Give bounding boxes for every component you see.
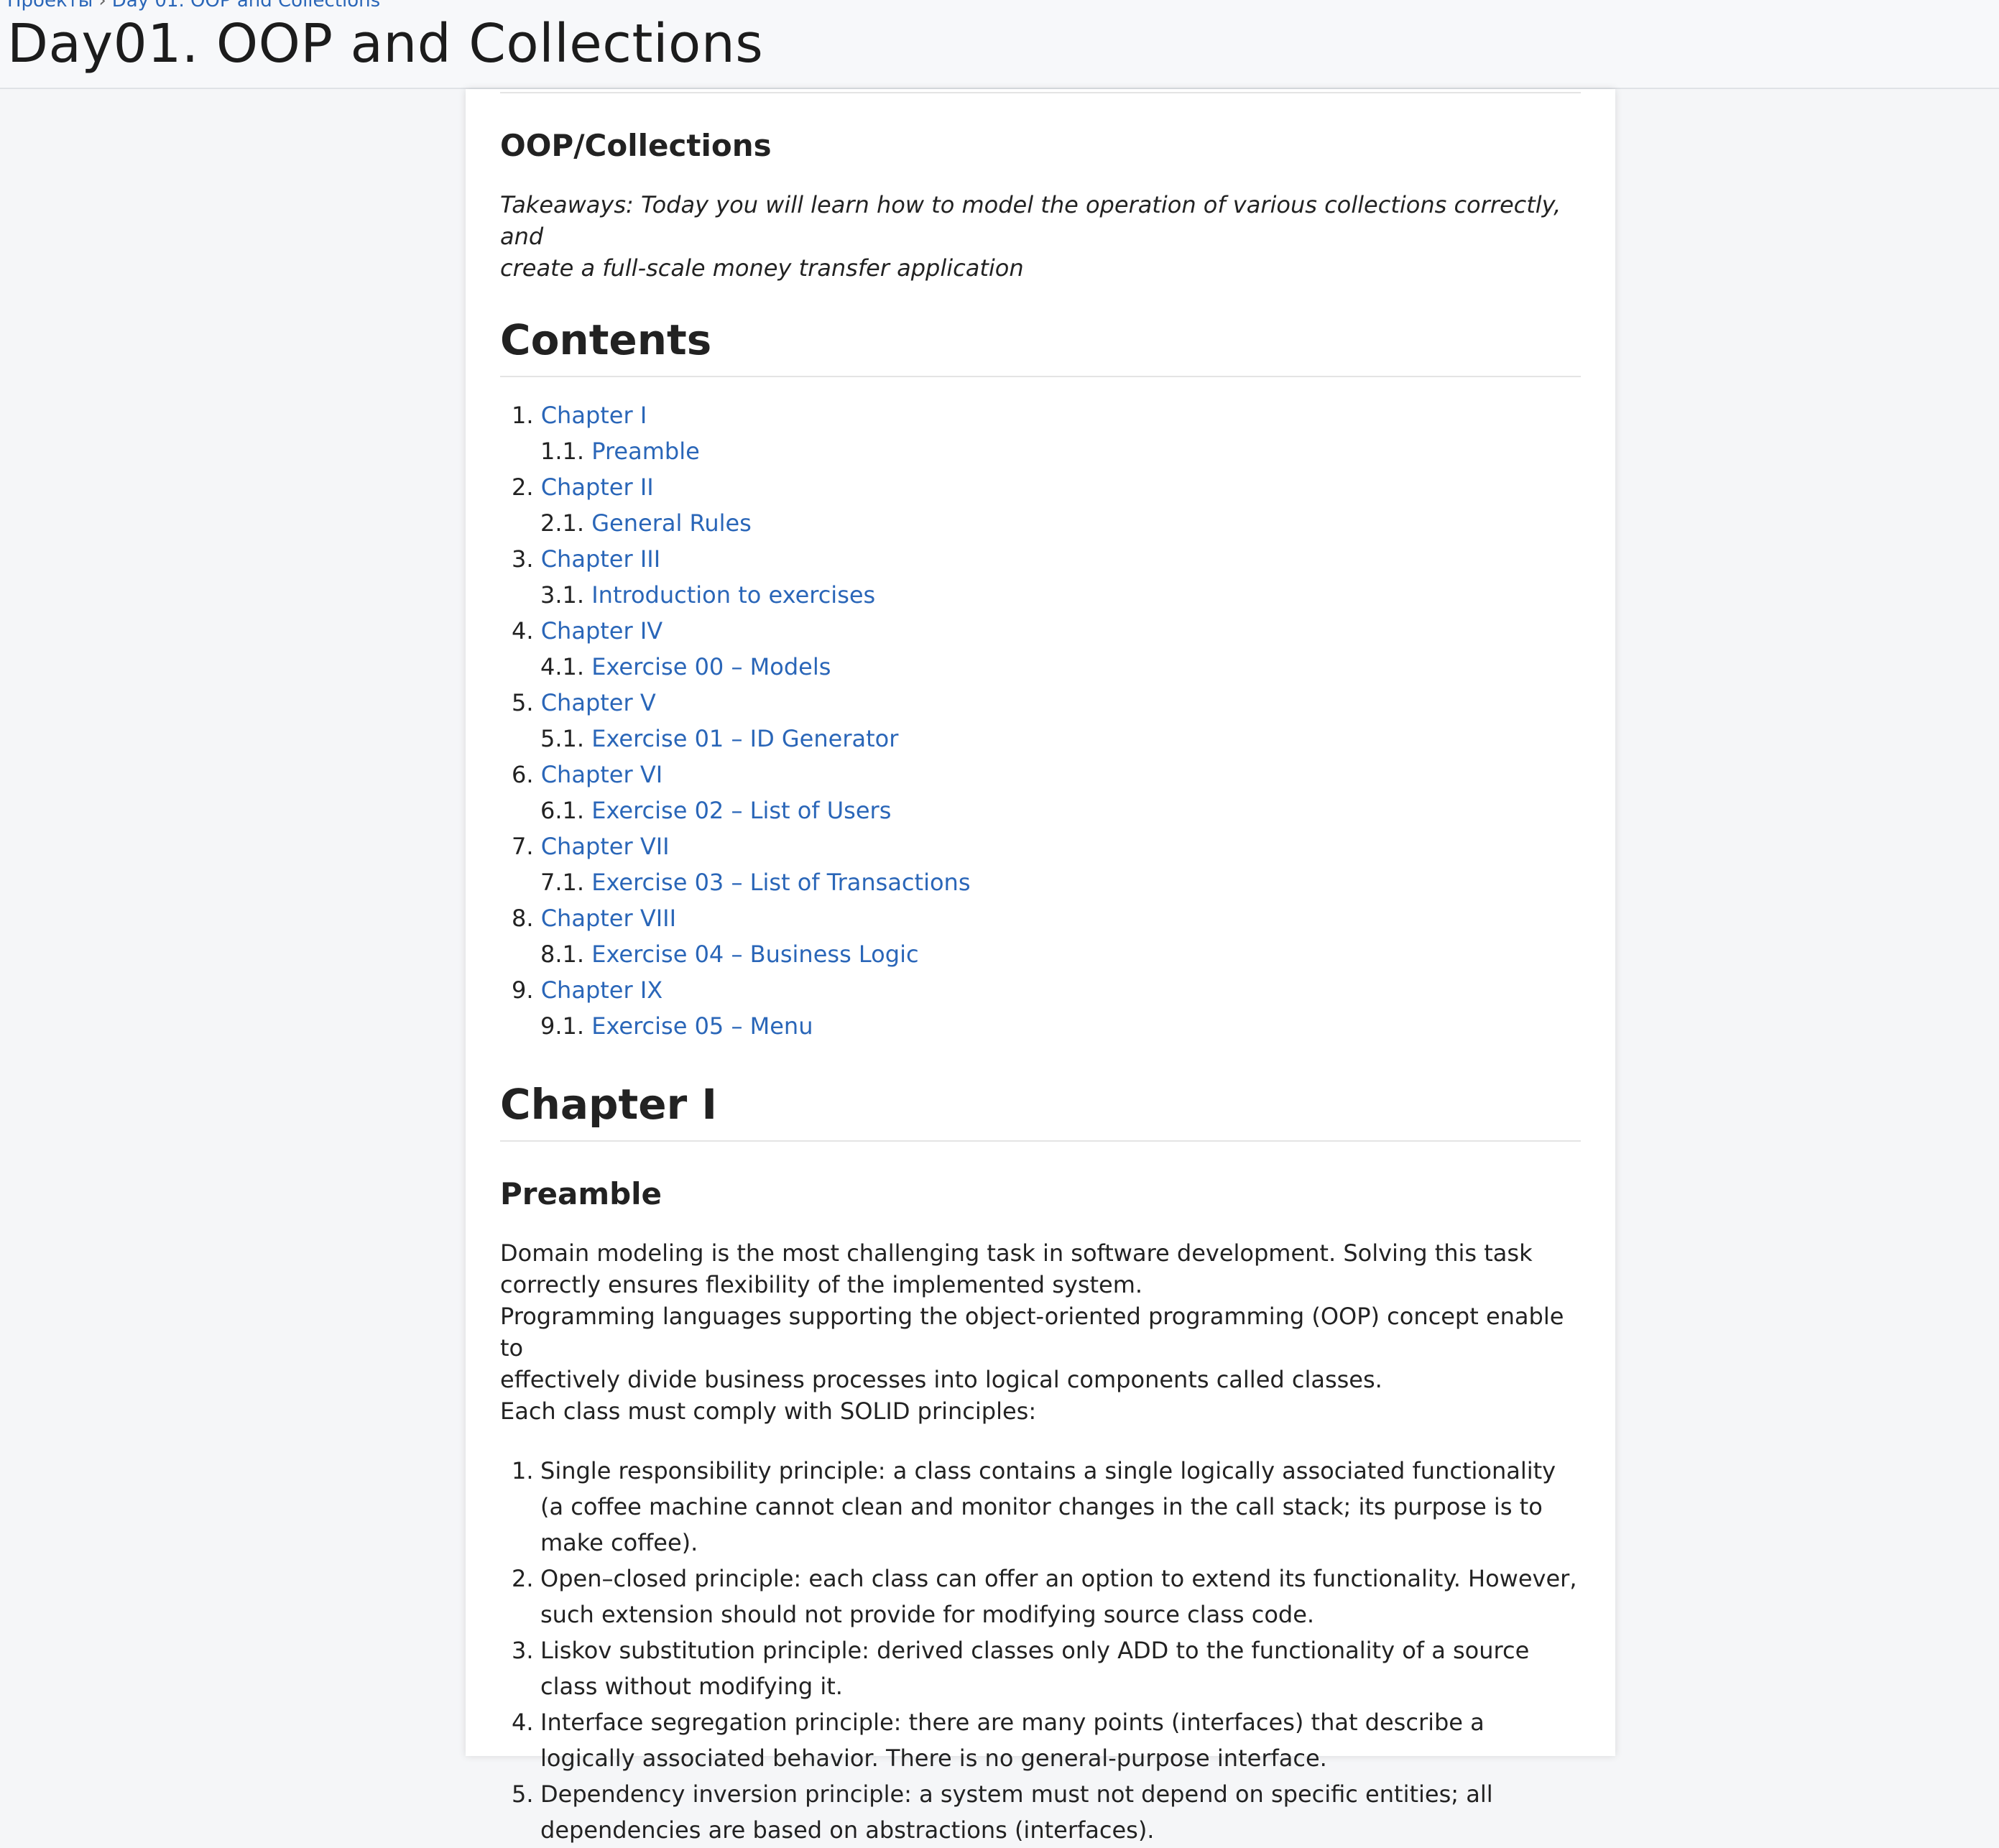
toc-link[interactable]: Chapter IX [541, 976, 663, 1004]
toc-item-number: 3.1. [540, 581, 585, 609]
breadcrumb-item-current[interactable]: Day 01. OOP and Collections [112, 0, 380, 11]
preamble-text: Domain modeling is the most challenging … [500, 1237, 1581, 1427]
list-item: 2. Open–closed principle: each class can … [500, 1561, 1581, 1632]
toc-link[interactable]: Exercise 01 – ID Generator [591, 725, 898, 752]
toc-item: 9. Chapter IX [500, 972, 1581, 1008]
toc-item: 5. Chapter V [500, 685, 1581, 721]
toc-link[interactable]: Chapter III [541, 545, 660, 573]
toc-item: 3.1. Introduction to exercises [500, 577, 1581, 613]
toc-link[interactable]: Exercise 04 – Business Logic [591, 941, 918, 968]
toc-item-number: 1.1. [540, 438, 585, 465]
list-item: 3. Liskov substitution principle: derived… [500, 1632, 1581, 1704]
toc-item-number: 5. [512, 689, 534, 716]
list-item: 4. Interface segregation principle: there… [500, 1704, 1581, 1776]
toc-link[interactable]: Exercise 02 – List of Users [591, 797, 891, 824]
toc-link[interactable]: Chapter VII [541, 833, 670, 860]
paragraph-line: Each class must comply with SOLID princi… [500, 1397, 1037, 1425]
toc-item-number: 8. [512, 905, 534, 932]
toc-item: 6.1. Exercise 02 – List of Users [500, 793, 1581, 828]
toc-item-number: 4.1. [540, 653, 585, 680]
document-page: OOP/Collections Takeaways: Today you wil… [466, 89, 1615, 1844]
toc-item: 6. Chapter VI [500, 757, 1581, 793]
toc-item-number: 7. [512, 833, 534, 860]
toc-item: 2.1. General Rules [500, 505, 1581, 541]
toc-item-number: 6. [512, 761, 534, 788]
toc-item: 8.1. Exercise 04 – Business Logic [500, 936, 1581, 972]
toc-item: 4.1. Exercise 00 – Models [500, 649, 1581, 685]
toc-item-number: 6.1. [540, 797, 585, 824]
list-item-text: Interface segregation principle: there a… [540, 1709, 1485, 1772]
table-of-contents: 1. Chapter I 1.1. Preamble 2. Chapter II 2.… [500, 397, 1581, 1044]
list-item-text: Liskov substitution principle: derived c… [540, 1637, 1530, 1700]
toc-item-number: 4. [512, 617, 534, 645]
list-item-text: Single responsibility principle: a class… [540, 1457, 1556, 1556]
toc-item-number: 2. [512, 473, 534, 501]
toc-item-number: 3. [512, 545, 534, 573]
list-item-number: 1. [512, 1457, 534, 1484]
toc-link[interactable]: Chapter VI [541, 761, 663, 788]
toc-item: 2. Chapter II [500, 469, 1581, 505]
list-item-text: Dependency inversion principle: a system… [540, 1780, 1493, 1844]
toc-item: 5.1. Exercise 01 – ID Generator [500, 721, 1581, 757]
breadcrumb: Проекты › Day 01. OOP and Collections [7, 0, 380, 11]
toc-item: 9.1. Exercise 05 – Menu [500, 1008, 1581, 1044]
toc-link[interactable]: Exercise 03 – List of Transactions [591, 869, 970, 896]
list-item-number: 3. [512, 1637, 534, 1664]
page-title: Day01. OOP and Collections [7, 13, 764, 75]
toc-item-number: 8.1. [540, 941, 585, 968]
toc-item-number: 9.1. [540, 1012, 585, 1040]
toc-item-number: 1. [512, 402, 534, 429]
divider [500, 92, 1581, 93]
paragraph-line: Programming languages supporting the obj… [500, 1303, 1564, 1362]
list-item-number: 4. [512, 1709, 534, 1736]
takeaways-text: Takeaways: Today you will learn how to m… [500, 191, 1561, 282]
toc-link[interactable]: Preamble [591, 438, 700, 465]
toc-item: 1. Chapter I [500, 397, 1581, 433]
list-item: 5. Dependency inversion principle: a syst… [500, 1776, 1581, 1848]
toc-item: 8. Chapter VIII [500, 900, 1581, 936]
toc-item: 3. Chapter III [500, 541, 1581, 577]
list-item-number: 2. [512, 1565, 534, 1592]
solid-principles-list: 1. Single responsibility principle: a cla… [500, 1453, 1581, 1848]
toc-link[interactable]: Chapter VIII [541, 905, 676, 932]
breadcrumb-separator: › [98, 0, 106, 11]
toc-item-number: 9. [512, 976, 534, 1004]
toc-link[interactable]: Chapter V [541, 689, 656, 716]
contents-heading: Contents [500, 315, 1581, 377]
list-item-text: Open–closed principle: each class can of… [540, 1565, 1577, 1628]
paragraph-line: Domain modeling is the most challenging … [500, 1239, 1533, 1267]
toc-item: 4. Chapter IV [500, 613, 1581, 649]
paragraph-line: effectively divide business processes in… [500, 1366, 1382, 1393]
toc-link[interactable]: Exercise 00 – Models [591, 653, 831, 680]
toc-link[interactable]: Introduction to exercises [591, 581, 875, 609]
toc-item-number: 7.1. [540, 869, 585, 896]
toc-item: 7.1. Exercise 03 – List of Transactions [500, 864, 1581, 900]
document-subtitle: OOP/Collections [500, 128, 772, 163]
toc-item-number: 2.1. [540, 509, 585, 537]
list-item: 1. Single responsibility principle: a cla… [500, 1453, 1581, 1561]
toc-item: 1.1. Preamble [500, 433, 1581, 469]
chapter-heading: Chapter I [500, 1080, 1581, 1142]
breadcrumb-item-projects[interactable]: Проекты [7, 0, 93, 11]
toc-link[interactable]: Chapter IV [541, 617, 663, 645]
toc-link[interactable]: Chapter II [541, 473, 654, 501]
paragraph-line: correctly ensures flexibility of the imp… [500, 1271, 1143, 1298]
toc-link[interactable]: General Rules [591, 509, 752, 537]
page-header: Проекты › Day 01. OOP and Collections Day0… [0, 0, 1999, 89]
toc-item-number: 5.1. [540, 725, 585, 752]
toc-link[interactable]: Exercise 05 – Menu [591, 1012, 813, 1040]
list-item-number: 5. [512, 1780, 534, 1808]
toc-item: 7. Chapter VII [500, 828, 1581, 864]
section-heading: Preamble [500, 1176, 663, 1211]
toc-link[interactable]: Chapter I [541, 402, 647, 429]
